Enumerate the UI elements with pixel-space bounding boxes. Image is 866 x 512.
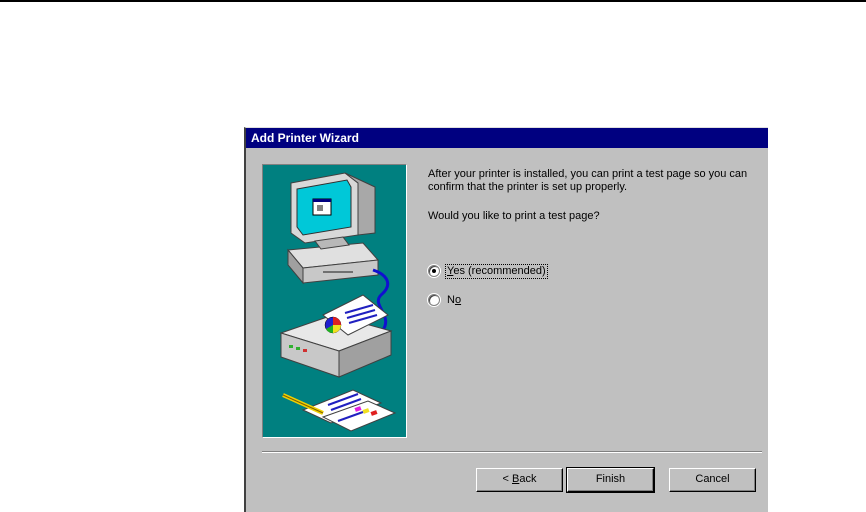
wizard-illustration	[262, 164, 407, 438]
top-rule	[0, 0, 866, 2]
radio-yes-recommended[interactable]: Yes (recommended)	[428, 263, 548, 279]
window-title: Add Printer Wizard	[251, 131, 359, 145]
radio-no-label-text: N	[447, 293, 455, 306]
button-separator	[262, 451, 762, 453]
computer-icon	[287, 172, 380, 285]
back-arrow: <	[502, 473, 512, 485]
cancel-button[interactable]: Cancel	[669, 468, 756, 492]
radio-yes-label[interactable]: Yes (recommended)	[445, 263, 548, 279]
add-printer-wizard-dialog: Add Printer Wizard After your printer is…	[244, 127, 768, 512]
radio-selected-dot	[432, 269, 436, 273]
install-message: After your printer is installed, you can…	[428, 168, 748, 193]
mnemonic-o: o	[454, 293, 462, 306]
printer-icon	[279, 294, 393, 378]
back-button[interactable]: < Back	[476, 468, 563, 492]
wizard-illustration-art	[279, 172, 397, 432]
radio-button-no[interactable]	[428, 294, 440, 306]
radio-no[interactable]: No	[428, 292, 462, 308]
test-page-question: Would you like to print a test page?	[428, 210, 600, 222]
title-bar[interactable]: Add Printer Wizard	[246, 128, 768, 148]
finish-button[interactable]: Finish	[566, 467, 655, 493]
radio-no-label[interactable]: No	[446, 294, 462, 307]
radio-yes-label-text: es (recommended)	[453, 264, 546, 277]
back-label: ack	[519, 473, 537, 485]
radio-button-yes[interactable]	[428, 265, 440, 277]
